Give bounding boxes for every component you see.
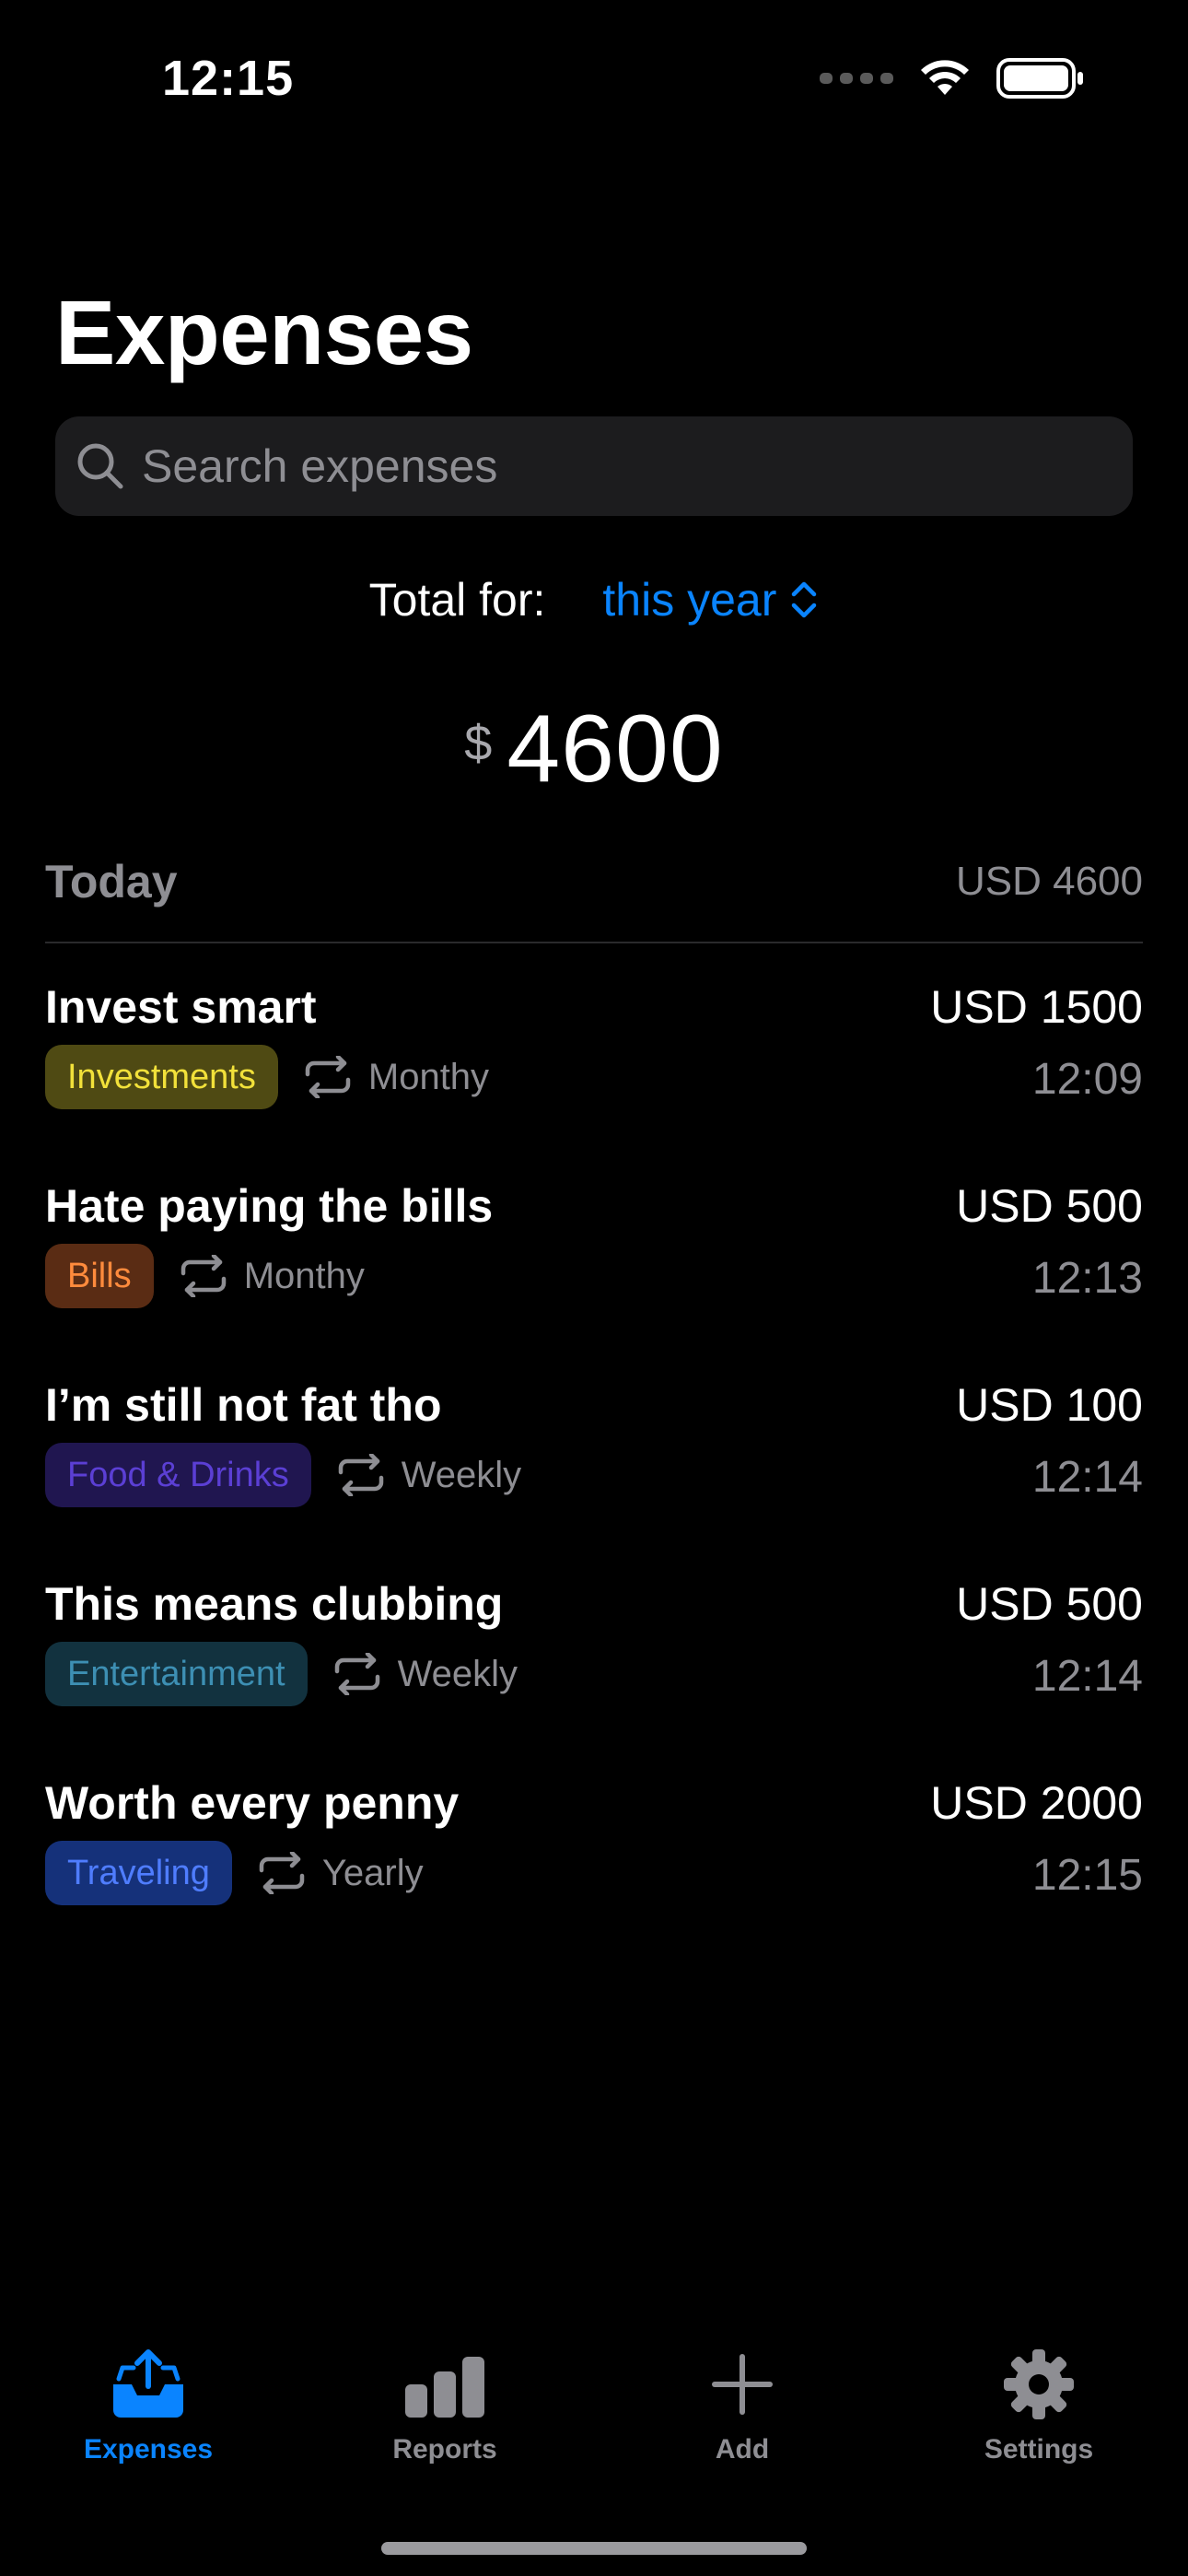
bar-chart-icon	[405, 2357, 484, 2418]
tab-label: Add	[715, 2434, 770, 2465]
repeat-icon	[302, 1056, 354, 1098]
tab-expenses[interactable]: Expenses	[38, 2348, 259, 2465]
tab-reports[interactable]: Reports	[334, 2348, 555, 2465]
gear-icon	[1004, 2349, 1074, 2419]
total-amount: $ 4600	[0, 695, 1188, 804]
tab-label: Reports	[392, 2434, 497, 2465]
search-bar[interactable]	[55, 416, 1133, 516]
total-amount-value: 4600	[507, 696, 724, 802]
recurrence-label: Yearly	[321, 1852, 424, 1893]
expense-title: This means clubbing	[45, 1578, 504, 1630]
recurrence-label: Weekly	[401, 1454, 522, 1495]
expense-meta: Food & Drinks Weekly	[45, 1443, 521, 1507]
period-selector[interactable]: this year	[602, 573, 819, 626]
section-title: Today	[45, 856, 178, 907]
total-label: Total for:	[368, 574, 546, 626]
expense-meta: Bills Monthy	[45, 1244, 365, 1308]
recurrence-label: Monthy	[367, 1056, 490, 1097]
page-title: Expenses	[55, 282, 473, 383]
tab-settings[interactable]: Settings	[928, 2348, 1149, 2465]
expense-title: I’m still not fat tho	[45, 1379, 442, 1431]
expense-row[interactable]: I’m still not fat tho USD 100 Food & Dri…	[45, 1373, 1143, 1572]
expense-time: 12:14	[1031, 1652, 1143, 1701]
expense-meta: Traveling Yearly	[45, 1841, 424, 1905]
repeat-icon	[332, 1653, 383, 1695]
expense-list: Invest smart USD 1500 Investments Monthy…	[45, 975, 1143, 1970]
period-value: this year	[602, 574, 777, 626]
status-time: 12:15	[162, 51, 295, 106]
repeat-icon	[335, 1454, 387, 1496]
status-icons	[820, 57, 1085, 100]
cellular-signal-icon	[820, 73, 893, 84]
category-tag: Food & Drinks	[45, 1443, 311, 1507]
expense-row[interactable]: This means clubbing USD 500 Entertainmen…	[45, 1572, 1143, 1771]
repeat-icon	[256, 1852, 308, 1894]
expense-meta: Entertainment Weekly	[45, 1642, 518, 1706]
expense-amount: USD 100	[956, 1379, 1143, 1431]
expense-meta: Investments Monthy	[45, 1045, 489, 1109]
expense-time: 12:14	[1031, 1453, 1143, 1502]
tab-bar: Expenses Reports Add Settings	[0, 2348, 1188, 2486]
chevron-up-down-icon	[792, 581, 817, 618]
expense-title: Hate paying the bills	[45, 1180, 494, 1232]
search-input[interactable]	[142, 439, 1109, 493]
section-total: USD 4600	[955, 859, 1143, 904]
expense-amount: USD 2000	[930, 1777, 1143, 1829]
currency-symbol: $	[464, 716, 493, 771]
tray-upload-icon	[113, 2349, 183, 2418]
expense-row[interactable]: Hate paying the bills USD 500 Bills Mont…	[45, 1174, 1143, 1373]
recurrence-label: Monthy	[243, 1255, 365, 1296]
category-tag: Entertainment	[45, 1642, 308, 1706]
home-indicator[interactable]	[381, 2542, 807, 2555]
section-header: Today USD 4600	[45, 855, 1143, 908]
expense-row[interactable]: Invest smart USD 1500 Investments Monthy…	[45, 975, 1143, 1174]
expense-time: 12:13	[1031, 1254, 1143, 1303]
category-tag: Traveling	[45, 1841, 232, 1905]
tab-label: Expenses	[83, 2434, 214, 2465]
category-tag: Bills	[45, 1244, 154, 1308]
expense-row[interactable]: Worth every penny USD 2000 Traveling Yea…	[45, 1771, 1143, 1970]
expense-amount: USD 1500	[930, 981, 1143, 1033]
category-tag: Investments	[45, 1045, 278, 1109]
divider	[45, 942, 1143, 943]
expense-amount: USD 500	[956, 1180, 1143, 1232]
wifi-icon	[921, 60, 969, 95]
expense-title: Worth every penny	[45, 1777, 460, 1829]
plus-icon	[712, 2354, 773, 2415]
status-bar: 12:15	[0, 0, 1188, 157]
expense-time: 12:09	[1031, 1055, 1143, 1104]
tab-label: Settings	[984, 2434, 1094, 2465]
tab-add[interactable]: Add	[632, 2348, 853, 2465]
repeat-icon	[178, 1255, 229, 1297]
battery-icon	[996, 58, 1083, 99]
total-period-row: Total for: this year	[0, 573, 1188, 626]
expense-title: Invest smart	[45, 981, 317, 1033]
expense-amount: USD 500	[956, 1578, 1143, 1630]
expense-time: 12:15	[1031, 1851, 1143, 1900]
search-icon	[77, 443, 123, 489]
recurrence-label: Weekly	[397, 1653, 518, 1694]
